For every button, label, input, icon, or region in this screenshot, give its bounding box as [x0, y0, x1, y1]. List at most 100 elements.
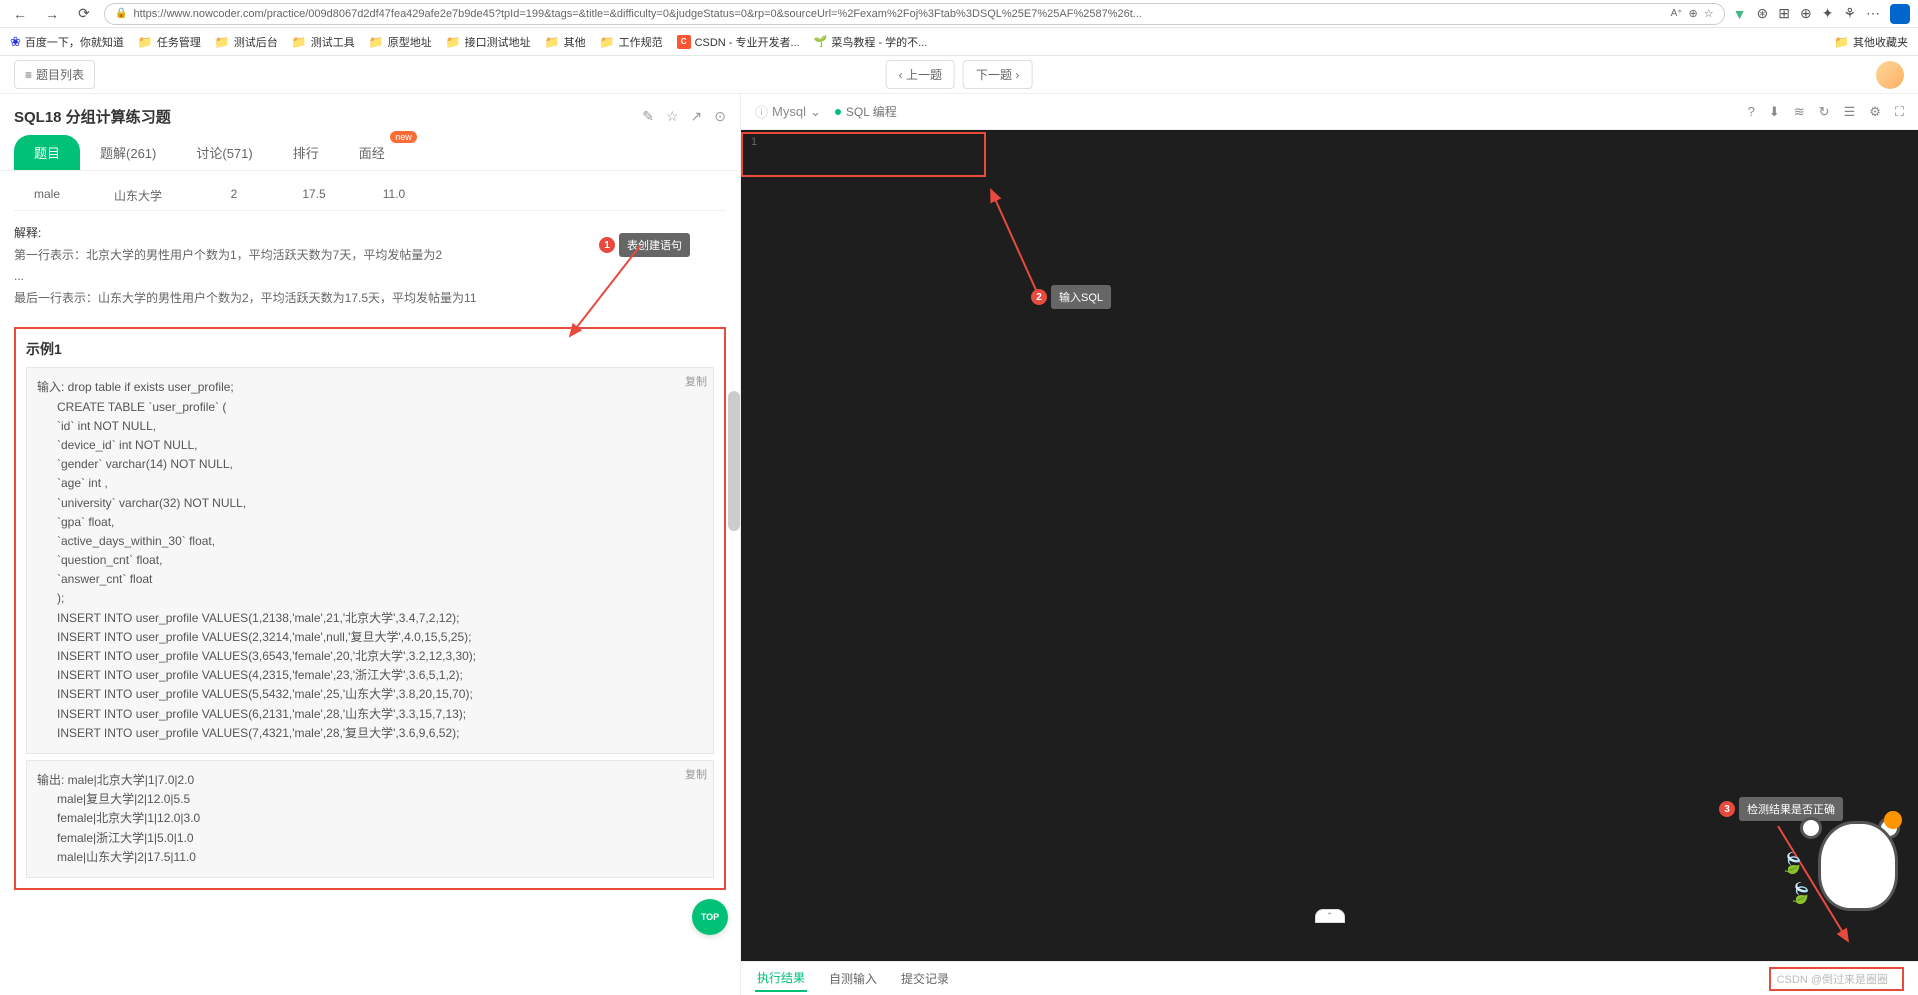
lock-icon: 🔒 — [115, 8, 127, 19]
avatar[interactable] — [1876, 61, 1904, 89]
translate-icon[interactable]: ⊕ — [1689, 7, 1698, 20]
tab-discuss[interactable]: 讨论(571) — [176, 135, 272, 170]
problem-panel: SQL18 分组计算练习题 ✎ ☆ ↗ ⊙ 题目 题解(261) 讨论(571)… — [0, 94, 740, 995]
cainiao-icon: 🌱 — [814, 35, 828, 48]
result-bar: 执行结果 自测输入 提交记录 CSDN @倒过来是圈圈 自测运行 — [741, 961, 1918, 995]
top-button[interactable]: TOP — [692, 899, 728, 935]
circle-3-icon: 3 — [1719, 801, 1735, 817]
cell: 2 — [194, 187, 274, 204]
tab-experience[interactable]: 面经 — [339, 135, 405, 170]
star-icon[interactable]: ☆ — [1704, 7, 1714, 20]
bookmark-folder[interactable]: 📁测试后台 — [215, 34, 278, 50]
tab-rank[interactable]: 排行 — [273, 135, 339, 170]
collapse-button[interactable]: ⌃ — [1315, 909, 1345, 923]
copilot-icon[interactable] — [1890, 4, 1910, 24]
cell: male — [14, 187, 94, 204]
folder-icon: 📁 — [446, 35, 461, 49]
reader-icon[interactable]: A⁺ — [1671, 8, 1683, 19]
db-icon: ⓘ — [755, 102, 768, 121]
main-area: SQL18 分组计算练习题 ✎ ☆ ↗ ⊙ 题目 题解(261) 讨论(571)… — [0, 94, 1918, 995]
folder-icon: 📁 — [545, 35, 560, 49]
folder-icon: 📁 — [600, 35, 615, 49]
output-block: 复制输出: male|北京大学|1|7.0|2.0 male|复旦大学|2|12… — [26, 760, 714, 878]
tooltip: 表创建语句 — [619, 233, 690, 257]
settings-icon[interactable]: ⚙ — [1869, 104, 1881, 120]
refresh-button[interactable]: ⟳ — [72, 2, 96, 26]
reset-icon[interactable]: ↻ — [1819, 104, 1830, 120]
tab-problem[interactable]: 题目 — [14, 135, 80, 170]
tab-result[interactable]: 执行结果 — [755, 965, 807, 992]
example-title: 示例1 — [26, 339, 714, 359]
extension-icons: ▼ ⊛ ⊞ ⊕ ✦ ⚘ ⋯ — [1733, 4, 1910, 24]
fullscreen-icon[interactable]: ⛶ — [1895, 104, 1904, 120]
tab-solution[interactable]: 题解(261) — [80, 135, 176, 170]
tab-custom-input[interactable]: 自测输入 — [827, 966, 879, 991]
help-icon[interactable]: ? — [1748, 104, 1755, 120]
example-box: 示例1 复制输入: drop table if exists user_prof… — [14, 327, 726, 890]
favorites-icon[interactable]: ✦ — [1822, 5, 1834, 22]
bookmark-folder[interactable]: 📁接口测试地址 — [446, 34, 531, 50]
address-bar[interactable]: 🔒 https://www.nowcoder.com/practice/009d… — [104, 3, 1725, 25]
bookmark-folder[interactable]: 📁测试工具 — [292, 34, 355, 50]
bookmark-csdn[interactable]: CCSDN - 专业开发者... — [677, 34, 800, 50]
edit-icon[interactable]: ✎ — [642, 108, 654, 125]
self-test-box: CSDN @倒过来是圈圈 自测运行 — [1769, 967, 1904, 991]
sql-mode-label: SQL 编程 — [835, 103, 897, 120]
watermark: CSDN @倒过来是圈圈 — [1777, 971, 1888, 987]
bookmark-folder[interactable]: 📁工作规范 — [600, 34, 663, 50]
sql-input: drop table if exists user_profile; CREAT… — [37, 380, 476, 739]
annotation-1: 1 表创建语句 — [599, 233, 690, 257]
bookmark-folder[interactable]: 📁原型地址 — [369, 34, 432, 50]
problem-list-button[interactable]: ≡ 题目列表 — [14, 60, 95, 89]
bookmark-bar: ❀百度一下，你就知道 📁任务管理 📁测试后台 📁测试工具 📁原型地址 📁接口测试… — [0, 28, 1918, 56]
format-icon[interactable]: ≋ — [1794, 104, 1805, 120]
table-row: male 山东大学 2 17.5 11.0 — [14, 181, 726, 211]
folder-icon: 📁 — [215, 35, 230, 49]
editor-highlight-box — [741, 132, 986, 177]
bookmark-folder[interactable]: 📁任务管理 — [138, 34, 201, 50]
more-icon[interactable]: ⋯ — [1866, 5, 1880, 22]
problem-title: SQL18 分组计算练习题 — [14, 106, 171, 127]
code-editor[interactable]: 1 2 输入SQL 3 检测结果是否正确 ⌃ — [741, 130, 1918, 961]
scrollbar[interactable] — [728, 391, 740, 531]
editor-header: ⓘ Mysql ⌄ SQL 编程 ? ⬇ ≋ ↻ ☰ ⚙ ⛶ — [741, 94, 1918, 130]
baidu-icon: ❀ — [10, 34, 21, 50]
collection-icon[interactable]: ⊕ — [1800, 5, 1812, 22]
download-icon[interactable]: ⬇ — [1769, 104, 1780, 120]
folder-icon: 📁 — [138, 35, 153, 49]
copy-button[interactable]: 复制 — [685, 767, 707, 785]
dot-icon — [835, 109, 841, 115]
problem-tabs: 题目 题解(261) 讨论(571) 排行 面经 — [0, 127, 740, 171]
annotation-2: 2 输入SQL — [1031, 285, 1111, 309]
explain-text: 最后一行表示：山东大学的男性用户个数为2，平均活跃天数为17.5天，平均发帖量为… — [14, 288, 726, 310]
bookmark-other[interactable]: 📁其他收藏夹 — [1834, 34, 1908, 50]
forward-button[interactable]: → — [40, 2, 64, 26]
input-block: 复制输入: drop table if exists user_profile;… — [26, 367, 714, 754]
more-icon[interactable]: ⊙ — [714, 108, 726, 125]
cell: 11.0 — [354, 187, 434, 204]
ext-icon[interactable]: ⚘ — [1843, 5, 1856, 22]
tab-submissions[interactable]: 提交记录 — [899, 966, 951, 991]
back-button[interactable]: ← — [8, 2, 32, 26]
circle-2-icon: 2 — [1031, 289, 1047, 305]
next-problem-button[interactable]: 下一题 › — [963, 60, 1032, 89]
prev-problem-button[interactable]: ‹ 上一题 — [886, 60, 955, 89]
bookmark-cainiao[interactable]: 🌱菜鸟教程 - 学的不... — [814, 34, 928, 50]
star-icon[interactable]: ☆ — [666, 108, 679, 125]
problem-header: SQL18 分组计算练习题 ✎ ☆ ↗ ⊙ — [0, 94, 740, 127]
share-icon[interactable]: ↗ — [691, 108, 703, 125]
problem-content[interactable]: male 山东大学 2 17.5 11.0 解释: 第一行表示：北京大学的男性用… — [0, 171, 740, 995]
ext-icon[interactable]: ⊛ — [1757, 5, 1769, 22]
save-icon[interactable]: ☰ — [1844, 104, 1856, 120]
arrow-2-icon — [986, 180, 1046, 300]
ext-icon[interactable]: ⊞ — [1778, 5, 1790, 22]
circle-1-icon: 1 — [599, 237, 615, 253]
db-selector[interactable]: ⓘ Mysql ⌄ — [755, 102, 821, 121]
mascot-icon: 🍃 🍃 — [1788, 801, 1908, 921]
bookmark-baidu[interactable]: ❀百度一下，你就知道 — [10, 34, 124, 50]
bookmark-folder[interactable]: 📁其他 — [545, 34, 586, 50]
cell: 山东大学 — [94, 187, 194, 204]
copy-button[interactable]: 复制 — [685, 374, 707, 392]
folder-icon: 📁 — [1834, 35, 1849, 49]
vue-icon[interactable]: ▼ — [1733, 6, 1747, 22]
